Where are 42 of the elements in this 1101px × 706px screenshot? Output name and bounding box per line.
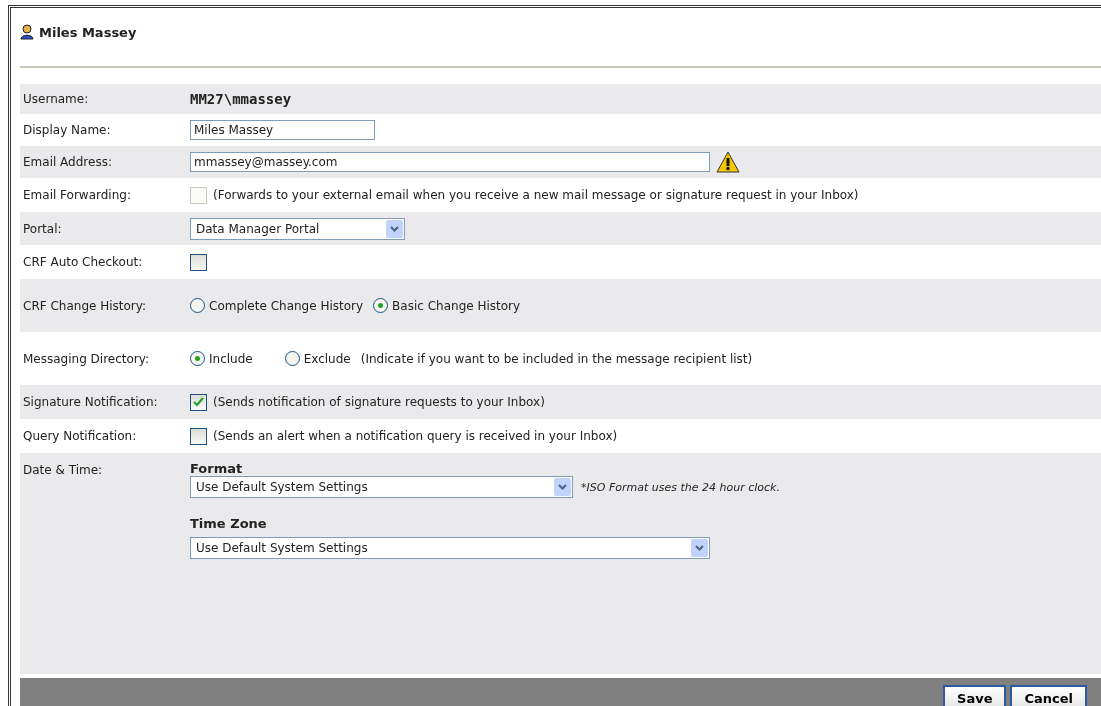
field-label: Signature Notification: [23,395,159,409]
radio-button[interactable] [190,298,205,313]
action-button[interactable]: Cancel [1010,685,1087,706]
field-label: Username: [23,92,90,106]
text-field[interactable]: mmassey@massey.com [190,152,710,172]
user-icon [20,24,34,40]
checkbox-note: (Forwards to your external email when you receive a new mail message or signature request in your Inbox) [213,188,859,202]
time-zone-heading: Time Zone [190,516,268,531]
radio-label: Include [209,351,253,366]
field-label: Date & Time: [23,462,104,477]
format-heading: Format [190,461,244,476]
radio-button[interactable] [190,351,205,366]
field-label: CRF Auto Checkout: [23,255,144,269]
radio-label: Basic Change History [392,298,521,313]
text-field[interactable]: Miles Massey [190,120,375,140]
dropdown[interactable]: Data Manager Portal [190,217,405,240]
page-title: Miles Massey [39,24,137,40]
dropdown[interactable]: Use Default System Settings [190,476,573,498]
field-label: Portal: [23,221,63,236]
checkbox-note: (Sends an alert when a notification query is received in your Inbox) [213,429,618,443]
checkbox[interactable] [190,253,207,271]
field-label: Query Notification: [23,429,138,443]
field-label: Email Forwarding: [23,188,132,202]
radio-label: Exclude [303,351,351,366]
field-label: Messaging Directory: [23,351,151,366]
radio-button[interactable] [373,298,389,313]
field-label: Display Name: [23,123,112,137]
chevron-down-icon [386,219,403,238]
username-value: MM27\mmassey [190,91,292,107]
field-label: Email Address: [23,155,113,169]
action-button[interactable]: Save [943,685,1007,706]
radio-button[interactable] [284,351,300,366]
radio-note: (Indicate if you want to be included in the message recipient list) [360,351,753,366]
dropdown[interactable]: Use Default System Settings [190,537,710,559]
radio-label: Complete Change History [209,298,364,313]
field-label: CRF Change History: [23,298,148,313]
checkbox[interactable] [190,427,207,445]
checkbox-note: (Sends notification of signature requests to your Inbox) [213,395,545,409]
checkbox[interactable] [190,393,207,411]
chevron-down-icon [554,478,571,496]
format-note: *ISO Format uses the 24 hour clock. [581,480,780,494]
chevron-down-icon [691,539,708,557]
